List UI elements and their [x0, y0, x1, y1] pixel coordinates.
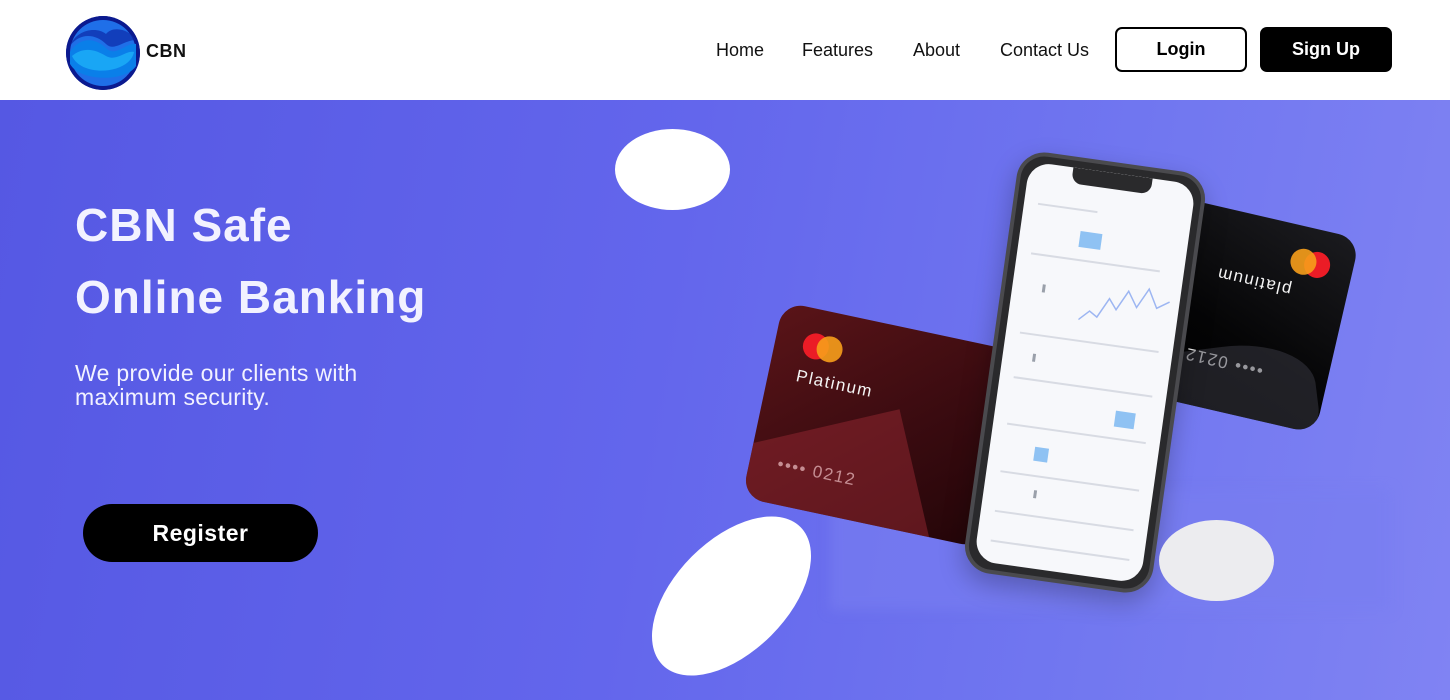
screen-block	[1033, 446, 1050, 463]
screen-line-chart-icon	[1077, 287, 1170, 321]
card-tier-label: Platinum	[794, 366, 875, 402]
nav-features[interactable]: Features	[802, 40, 873, 61]
brand-name[interactable]: CBN	[146, 41, 187, 62]
nav-contact-us[interactable]: Contact Us	[1000, 40, 1089, 61]
screen-line	[1030, 252, 1160, 273]
cbn-logo-icon[interactable]	[66, 16, 140, 90]
screen-block	[1113, 410, 1136, 430]
screen-line	[994, 509, 1134, 532]
login-button[interactable]: Login	[1115, 27, 1247, 72]
sign-up-button[interactable]: Sign Up	[1260, 27, 1392, 72]
screen-line	[1037, 202, 1098, 214]
screen-line	[1000, 470, 1140, 492]
card-number: •••• 0212	[1182, 343, 1265, 381]
nav-about[interactable]: About	[913, 40, 960, 61]
hero-section: CBN Safe Online Banking We provide our c…	[0, 100, 1450, 700]
mastercard-logo-icon	[1286, 246, 1333, 281]
decorative-blob-bottom-right	[1159, 520, 1274, 601]
screen-mark	[1032, 353, 1037, 362]
screen-mark	[1033, 490, 1038, 499]
screen-mark	[1041, 284, 1046, 293]
card-tier-label: platinum	[1214, 263, 1294, 300]
screen-block	[1078, 231, 1103, 250]
hero-title-line-2: Online Banking	[75, 271, 427, 323]
card-number: •••• 0212	[775, 454, 858, 490]
decorative-blob-top	[615, 129, 730, 210]
register-button[interactable]: Register	[83, 504, 318, 562]
hero-subtitle: We provide our clients with maximum secu…	[75, 360, 358, 410]
phone-notch	[1071, 167, 1153, 195]
hero-title-line-1: CBN Safe	[75, 199, 293, 251]
mastercard-logo-icon	[800, 331, 846, 365]
screen-line	[990, 539, 1130, 561]
decorative-blob-bottom-left	[622, 487, 841, 700]
site-header: CBN Home Features About Contact Us Login…	[0, 0, 1450, 100]
nav-home[interactable]: Home	[716, 40, 764, 61]
screen-line	[1013, 376, 1153, 398]
